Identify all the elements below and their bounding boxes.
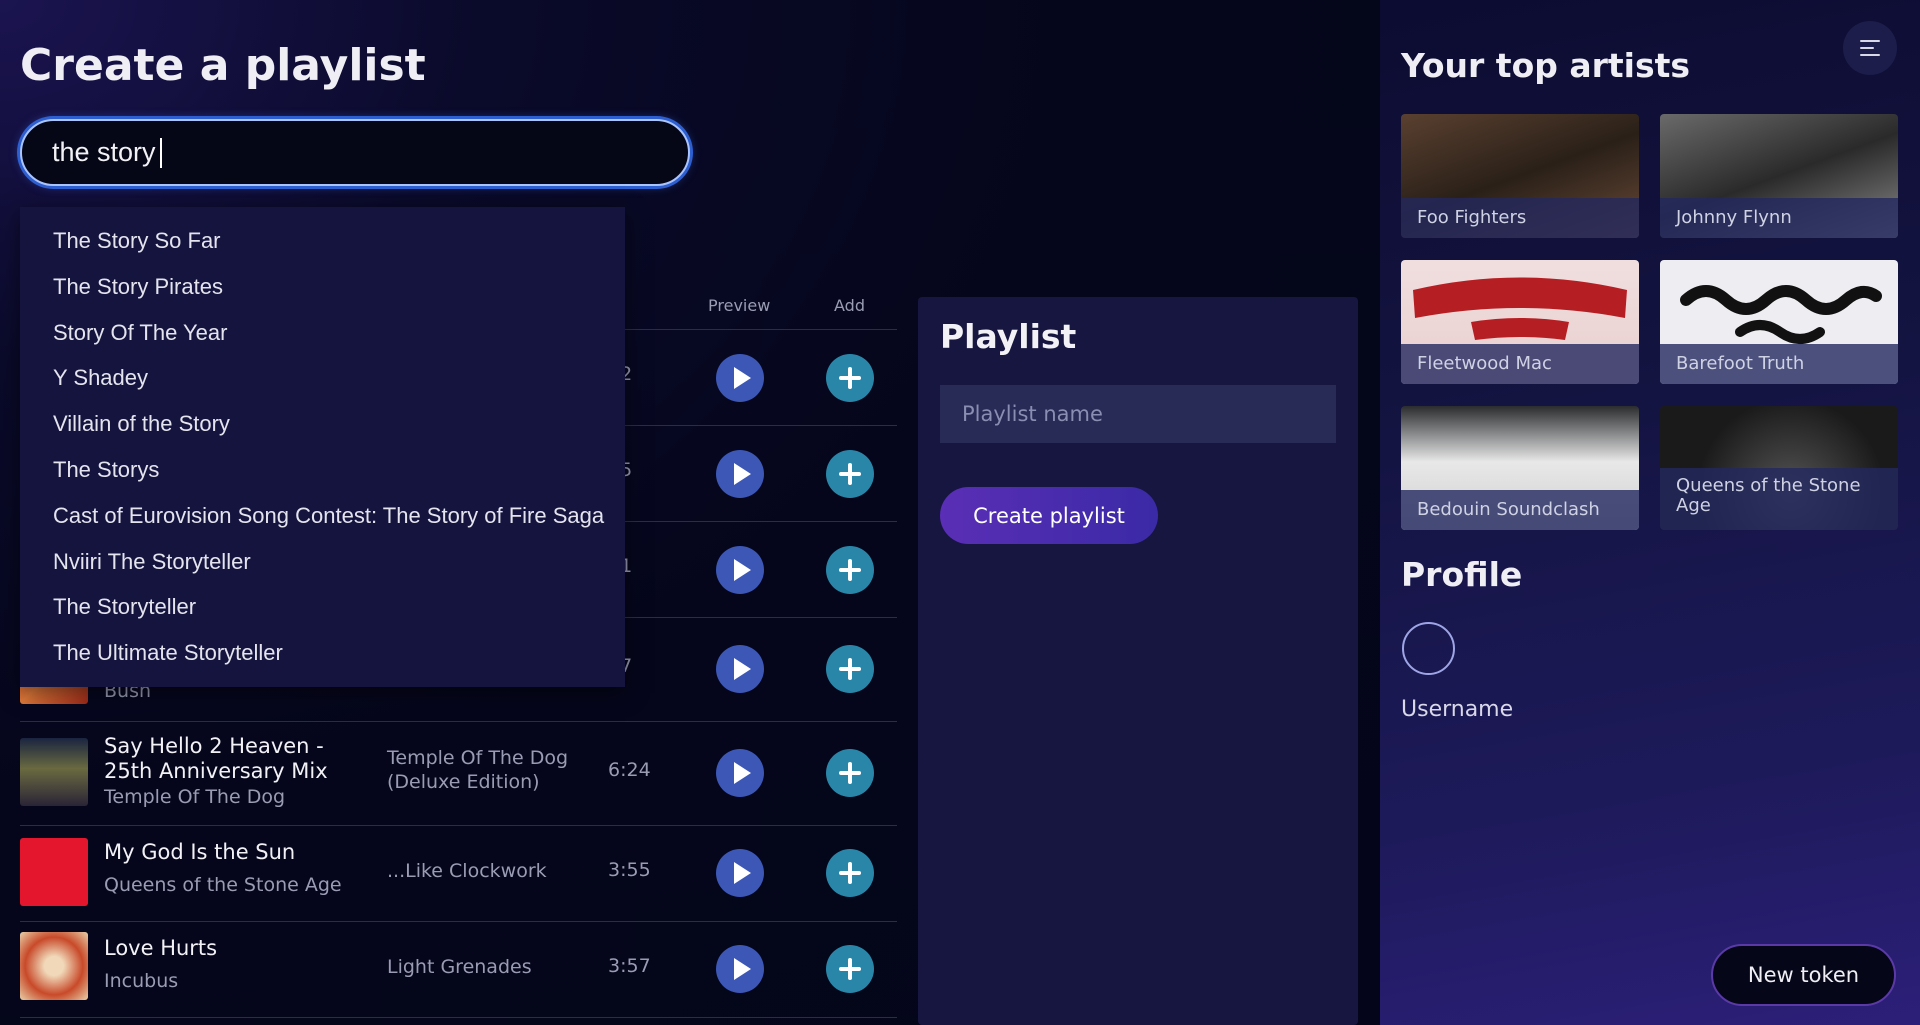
add-track-button[interactable] bbox=[826, 354, 874, 402]
track-album: Temple Of The Dog (Deluxe Edition) bbox=[387, 747, 569, 793]
suggestion-item[interactable]: The Storys bbox=[20, 447, 625, 493]
create-playlist-button[interactable]: Create playlist bbox=[940, 487, 1158, 544]
add-track-button[interactable] bbox=[826, 749, 874, 797]
track-album: Light Grenades bbox=[387, 956, 532, 978]
suggestion-item[interactable]: Story Of The Year bbox=[20, 310, 625, 356]
track-artist: Queens of the Stone Age bbox=[104, 874, 342, 896]
username: Username bbox=[1401, 697, 1514, 722]
add-track-button[interactable] bbox=[826, 450, 874, 498]
page-title: Create a playlist bbox=[20, 40, 426, 91]
track-artist: Temple Of The Dog bbox=[104, 786, 286, 808]
artist-name: Fleetwood Mac bbox=[1401, 344, 1639, 384]
top-artists-title: Your top artists bbox=[1401, 46, 1691, 85]
track-album: ...Like Clockwork bbox=[387, 860, 547, 882]
text-caret bbox=[159, 137, 162, 168]
add-track-button[interactable] bbox=[826, 849, 874, 897]
track-duration: 6:24 bbox=[608, 759, 651, 781]
artist-name: Foo Fighters bbox=[1401, 198, 1639, 238]
preview-play-button[interactable] bbox=[716, 546, 764, 594]
track-title: Say Hello 2 Heaven - 25th Anniversary Mi… bbox=[104, 734, 328, 783]
add-column-header: Add bbox=[834, 296, 865, 315]
suggestion-item[interactable]: The Ultimate Storyteller bbox=[20, 630, 625, 676]
track-duration: 3:55 bbox=[608, 859, 651, 881]
search-suggestions-dropdown: The Story So Far The Story Pirates Story… bbox=[20, 207, 625, 687]
menu-icon bbox=[1860, 40, 1880, 56]
artist-card[interactable]: Foo Fighters bbox=[1401, 114, 1639, 238]
artist-card[interactable]: Queens of the Stone Age bbox=[1660, 406, 1898, 530]
preview-column-header: Preview bbox=[708, 296, 771, 315]
track-duration: 3:57 bbox=[608, 955, 651, 977]
new-token-button[interactable]: New token bbox=[1711, 944, 1896, 1006]
suggestion-item[interactable]: The Story So Far bbox=[20, 218, 625, 264]
suggestion-item[interactable]: Villain of the Story bbox=[20, 401, 625, 447]
add-track-button[interactable] bbox=[826, 645, 874, 693]
preview-play-button[interactable] bbox=[716, 749, 764, 797]
preview-play-button[interactable] bbox=[716, 849, 764, 897]
suggestion-item[interactable]: The Story Pirates bbox=[20, 264, 625, 310]
preview-play-button[interactable] bbox=[716, 645, 764, 693]
artist-name: Barefoot Truth bbox=[1660, 344, 1898, 384]
table-row: My God Is the Sun Queens of the Stone Ag… bbox=[20, 826, 897, 922]
artist-card[interactable]: Bedouin Soundclash bbox=[1401, 406, 1639, 530]
album-cover bbox=[20, 738, 88, 806]
preview-play-button[interactable] bbox=[716, 354, 764, 402]
preview-play-button[interactable] bbox=[716, 450, 764, 498]
search-input-value: the story bbox=[52, 137, 156, 167]
suggestion-item[interactable]: Y Shadey bbox=[20, 355, 625, 401]
menu-button[interactable] bbox=[1843, 21, 1897, 75]
table-row: Say Hello 2 Heaven - 25th Anniversary Mi… bbox=[20, 722, 897, 826]
album-cover bbox=[20, 932, 88, 1000]
add-track-button[interactable] bbox=[826, 546, 874, 594]
playlist-panel: Playlist Create playlist bbox=[918, 297, 1358, 1025]
suggestion-item[interactable]: Cast of Eurovision Song Contest: The Sto… bbox=[20, 493, 625, 539]
search-input[interactable]: the story bbox=[20, 119, 690, 186]
suggestion-item[interactable]: The Storyteller bbox=[20, 584, 625, 630]
add-track-button[interactable] bbox=[826, 945, 874, 993]
album-cover bbox=[20, 838, 88, 906]
artist-card[interactable]: Fleetwood Mac bbox=[1401, 260, 1639, 384]
preview-play-button[interactable] bbox=[716, 945, 764, 993]
artist-name: Johnny Flynn bbox=[1660, 198, 1898, 238]
artist-name: Bedouin Soundclash bbox=[1401, 490, 1639, 530]
playlist-name-input[interactable] bbox=[940, 385, 1336, 443]
track-title: My God Is the Sun bbox=[104, 840, 296, 864]
profile-title: Profile bbox=[1401, 555, 1523, 594]
track-title: Love Hurts bbox=[104, 936, 218, 960]
playlist-title: Playlist bbox=[940, 317, 1077, 356]
avatar bbox=[1402, 622, 1455, 675]
artist-card[interactable]: Barefoot Truth bbox=[1660, 260, 1898, 384]
table-row: Love Hurts Incubus Light Grenades 3:57 bbox=[20, 922, 897, 1018]
suggestion-item[interactable]: Nviiri The Storyteller bbox=[20, 539, 625, 585]
track-artist: Incubus bbox=[104, 970, 179, 992]
artist-name: Queens of the Stone Age bbox=[1660, 468, 1898, 530]
artist-card[interactable]: Johnny Flynn bbox=[1660, 114, 1898, 238]
